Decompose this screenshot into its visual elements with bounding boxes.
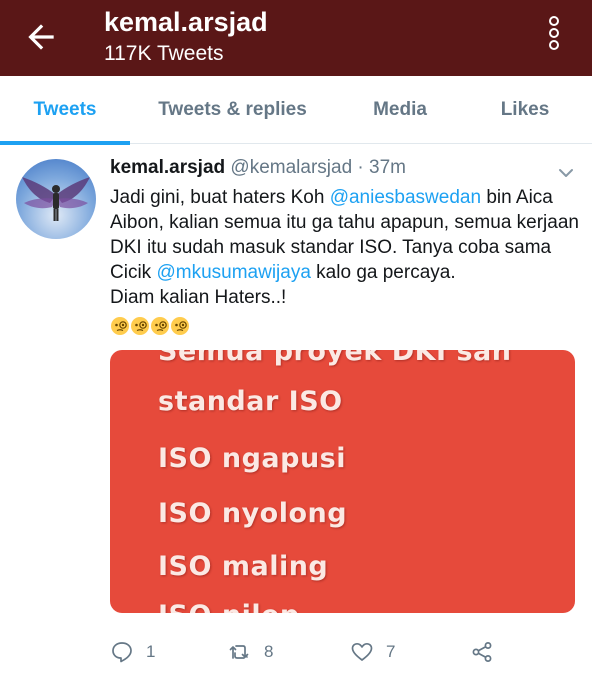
reply-icon [112,642,132,663]
mention-link[interactable]: @mkusumawijaya [156,262,310,283]
tweet-count: 117K Tweets [104,42,224,65]
tweet[interactable]: kemal.arsjad @kemalarsjad · 37m Jadi gin… [0,145,592,680]
like-count: 7 [386,642,396,661]
face-with-monocle-icon [131,316,149,335]
tab-tweets-and-replies[interactable]: Tweets & replies [140,76,325,144]
share-button[interactable] [470,637,506,667]
tab-tweets[interactable]: Tweets [0,76,130,145]
face-with-monocle-icon [151,316,169,335]
reply-button[interactable]: 1 [110,637,155,667]
tab-media[interactable]: Media [350,76,450,144]
profile-title: kemal.arsjad [104,7,268,37]
tweet-time[interactable]: 37m [369,157,406,178]
tweet-actions: 1 8 7 [110,637,580,667]
face-with-monocle-icon [171,316,189,335]
author-handle[interactable]: @kemalarsjad [230,157,352,178]
separator-dot: · [357,157,364,178]
chevron-down-icon[interactable] [556,163,576,183]
tab-label: Tweets [33,99,97,120]
tab-label: Tweets & replies [158,99,307,120]
emoji-row [110,313,190,338]
media-text-line: ISO nyolong [158,498,348,529]
top-app-bar: kemal.arsjad 117K Tweets [0,0,592,76]
retweet-icon [229,645,249,659]
overflow-menu-icon[interactable] [543,14,565,58]
share-icon [472,642,492,662]
media-text-line: ISO maling [158,551,329,582]
mention-link[interactable]: @aniesbaswedan [330,187,481,208]
tab-label: Likes [500,99,550,120]
profile-tabs: Tweets Tweets & replies Media Likes [0,76,592,145]
media-text-line: Semua proyek DKI sah [158,350,512,367]
like-button[interactable]: 7 [350,637,395,667]
heart-icon [351,642,373,661]
avatar[interactable] [16,159,96,239]
author-name[interactable]: kemal.arsjad [110,157,225,178]
back-arrow-icon[interactable] [22,18,60,56]
retweet-button[interactable]: 8 [228,637,273,667]
face-with-monocle-icon [111,316,129,335]
media-text-line: standar ISO [158,386,343,417]
media-text-line: ISO ngapusi [158,443,346,474]
tab-likes[interactable]: Likes [480,76,570,144]
reply-count: 1 [146,642,156,661]
tab-label: Media [373,99,427,120]
retweet-count: 8 [264,642,274,661]
tweet-text-part: Jadi gini, buat haters Koh [110,187,330,208]
tweet-text-part: Diam kalian Haters..! [110,287,287,308]
tweet-text-part: kalo ga percaya. [310,262,456,283]
tweet-text: Jadi gini, buat haters Koh @aniesbasweda… [110,185,580,338]
tweet-header: kemal.arsjad @kemalarsjad · 37m [110,157,406,179]
tweet-media-image[interactable]: Semua proyek DKI sah standar ISO ISO nga… [110,350,575,613]
media-text-line: ISO nilep [158,600,300,613]
